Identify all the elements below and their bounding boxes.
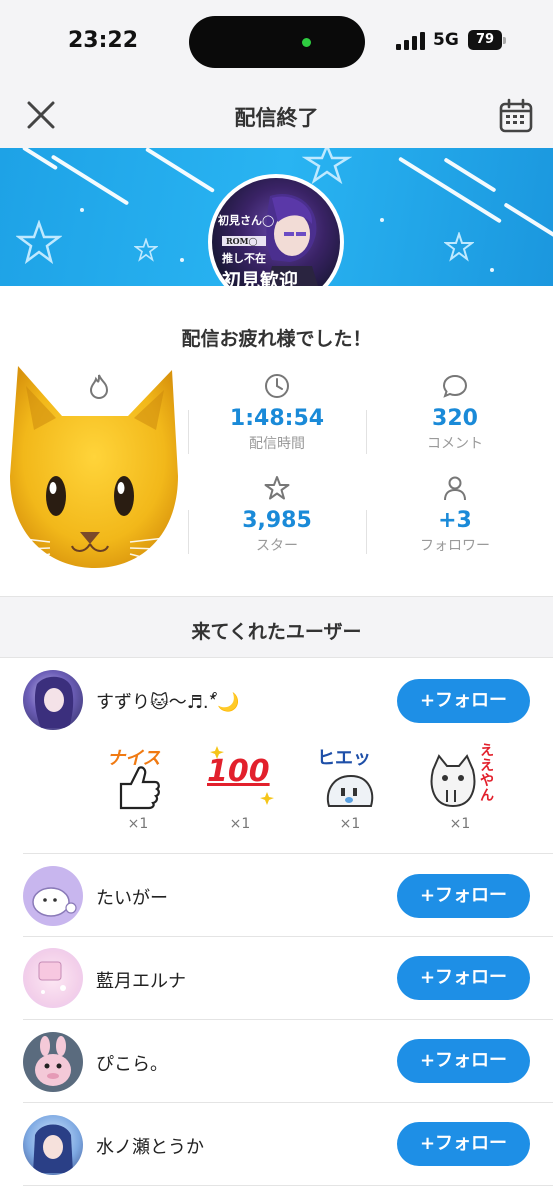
thanks-message: 配信お疲れ様でした！ [181, 328, 372, 350]
hundred-stamp-icon: 100 [205, 744, 275, 812]
battery-icon: 79 [468, 30, 502, 50]
star-decoration-icon [16, 220, 62, 265]
user-name[interactable]: 水ノ瀬とうか [96, 1133, 204, 1159]
stat-comments: 320 コメント [366, 372, 544, 453]
scared-stamp-icon: ヒエッ [315, 744, 385, 812]
stamp-100: 100 ×1 [200, 744, 280, 832]
visitor-row: ぴこら。 +フォロー [0, 1020, 553, 1103]
sparkle-dot [380, 218, 384, 222]
star-decoration-icon [134, 238, 158, 262]
calendar-icon[interactable] [498, 98, 534, 134]
user-name[interactable]: すずり🐱〜♬.*゚🌙 [96, 688, 239, 714]
follow-button[interactable]: +フォロー [397, 1122, 530, 1166]
user-name[interactable]: ぴこら。 [96, 1050, 168, 1076]
status-time: 23:22 [68, 28, 139, 53]
cat-face-sticker [0, 366, 187, 568]
battery-cap [503, 37, 506, 44]
stamp-eeyan: ええやん ×1 [420, 744, 500, 832]
user-name[interactable]: 藍月エルナ [96, 967, 186, 993]
network-type: 5G [433, 30, 459, 50]
stat-value: 3,985 [242, 508, 312, 533]
banner-streak [443, 157, 497, 193]
page-title: 配信終了 [234, 106, 319, 130]
user-name[interactable]: たいがー [96, 884, 168, 910]
stamp-text: ええやん [480, 743, 494, 804]
stat-label: スター [256, 538, 298, 554]
person-icon [444, 476, 466, 501]
follow-button[interactable]: +フォロー [397, 1039, 530, 1083]
stamp-nice: ナイス ×1 [98, 744, 178, 832]
user-avatar[interactable] [23, 948, 83, 1008]
user-avatar[interactable] [23, 866, 83, 926]
stat-duration: 1:48:54 配信時間 [188, 372, 366, 453]
stat-label: コメント [427, 436, 483, 452]
star-icon [264, 476, 290, 500]
stamp-count: ×1 [127, 816, 149, 832]
comment-icon [442, 374, 468, 398]
avatar-text: 初見さん◯ [218, 214, 275, 227]
user-avatar[interactable] [23, 1115, 83, 1175]
stat-value: 320 [432, 406, 478, 431]
stamp-count: ×1 [339, 816, 361, 832]
stat-label: フォロワー [420, 538, 490, 554]
stat-followers: +3 フォロワー [366, 474, 544, 555]
user-avatar[interactable] [23, 1032, 83, 1092]
stat-stars: 3,985 スター [188, 474, 366, 555]
banner-streak [145, 148, 215, 193]
cat-stamp-icon: ええやん [425, 744, 495, 812]
visitors-title: 来てくれたユーザー [191, 621, 362, 643]
status-bar: 23:22 5G 79 [0, 0, 553, 84]
stat-divider [366, 510, 367, 554]
sparkle-dot [490, 268, 494, 272]
stat-value: +3 [438, 508, 472, 533]
follow-button[interactable]: +フォロー [397, 679, 530, 723]
nav-bar: 配信終了 [0, 84, 553, 148]
visitor-row: 水ノ瀬とうか +フォロー [0, 1103, 553, 1186]
banner-streak [503, 202, 553, 238]
clock-icon [265, 374, 289, 398]
avatar-text: ROM◯ [226, 236, 258, 246]
row-divider [23, 1185, 553, 1186]
dynamic-island [189, 16, 365, 68]
stamp-count: ×1 [229, 816, 251, 832]
follow-button[interactable]: +フォロー [397, 956, 530, 1000]
sparkle-dot [80, 208, 84, 212]
signal-icon [396, 32, 426, 50]
follow-button[interactable]: +フォロー [397, 874, 530, 918]
thumbs-up-stamp-icon: ナイス [103, 744, 173, 812]
stat-value: 1:48:54 [229, 406, 325, 431]
sparkle-dot [180, 258, 184, 262]
camera-indicator-icon [302, 38, 311, 47]
stat-label: 配信時間 [249, 436, 305, 452]
stamp-hie: ヒエッ ×1 [310, 744, 390, 832]
banner-streak [50, 154, 130, 206]
avatar-text: 推し不在 [222, 252, 266, 265]
stamp-count: ×1 [449, 816, 471, 832]
user-avatar[interactable] [23, 670, 83, 730]
visitor-row: すずり🐱〜♬.*゚🌙 +フォロー ナイス ×1 100 ×1 ヒエッ ×1 ええ… [0, 658, 553, 854]
visitor-row: 藍月エルナ +フォロー [0, 937, 553, 1020]
visitors-section-header: 来てくれたユーザー [0, 596, 553, 658]
visitor-row: たいがー +フォロー [0, 854, 553, 937]
stat-divider [366, 410, 367, 454]
banner-streak [398, 156, 502, 224]
star-decoration-icon [444, 232, 474, 262]
